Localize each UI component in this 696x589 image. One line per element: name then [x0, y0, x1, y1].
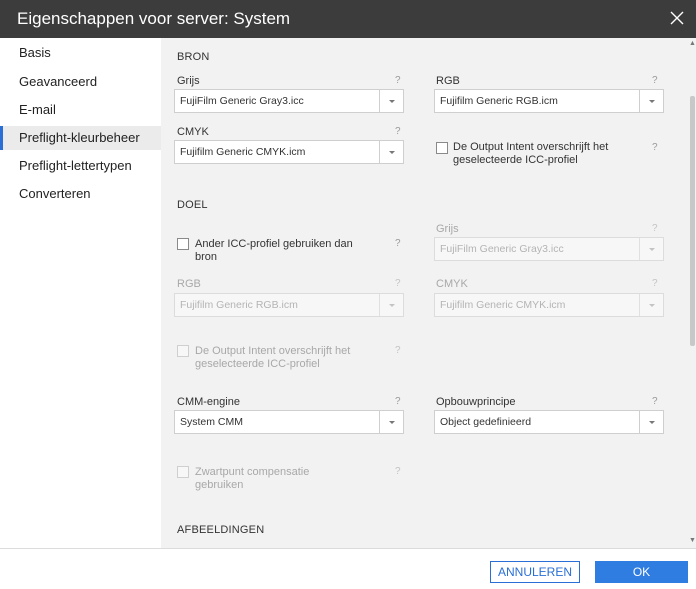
bron-grijs-label: Grijs: [177, 75, 200, 87]
chevron-down-icon[interactable]: [639, 294, 663, 316]
bron-grijs-help-icon[interactable]: ?: [395, 75, 401, 86]
settings-panel[interactable]: BRON Grijs ? FujiFilm Generic Gray3.icc …: [161, 38, 696, 548]
cmm-engine-help-icon[interactable]: ?: [395, 396, 401, 407]
section-heading-afbeeldingen: AFBEELDINGEN: [177, 524, 265, 536]
doel-grijs-label: Grijs: [436, 223, 459, 235]
chevron-down-icon[interactable]: [379, 294, 403, 316]
sidebar-item-converteren[interactable]: Converteren: [0, 182, 161, 206]
zwartpunt-label: Zwartpunt compensatie gebruiken: [195, 466, 310, 491]
bron-rgb-select[interactable]: Fujifilm Generic RGB.icm: [434, 89, 664, 113]
chevron-down-icon[interactable]: [379, 141, 403, 163]
ok-button[interactable]: OK: [595, 561, 688, 583]
bron-grijs-select[interactable]: FujiFilm Generic Gray3.icc: [174, 89, 404, 113]
sidebar: Basis Geavanceerd E-mail Preflight-kleur…: [0, 38, 161, 548]
doel-ander-icc-label: Ander ICC-profiel gebruiken dan bron: [195, 238, 353, 263]
scroll-down-icon[interactable]: ▼: [689, 537, 696, 544]
bron-rgb-value: Fujifilm Generic RGB.icm: [440, 95, 558, 107]
doel-rgb-help-icon[interactable]: ?: [395, 278, 401, 289]
doel-cmyk-label: CMYK: [436, 278, 468, 290]
title-bar: Eigenschappen voor server: System: [0, 0, 696, 38]
doel-grijs-value: FujiFilm Generic Gray3.icc: [440, 243, 564, 255]
cancel-button[interactable]: ANNULEREN: [490, 561, 580, 583]
chevron-down-icon[interactable]: [379, 90, 403, 112]
bron-cmyk-label: CMYK: [177, 126, 209, 138]
bron-rgb-help-icon[interactable]: ?: [652, 75, 658, 86]
zwartpunt-checkbox[interactable]: [177, 466, 189, 478]
doel-ander-icc-checkbox[interactable]: [177, 238, 189, 250]
dialog-footer: ANNULEREN OK: [0, 548, 696, 589]
section-heading-doel: DOEL: [177, 199, 208, 211]
section-heading-bron: BRON: [177, 51, 210, 63]
chevron-down-icon[interactable]: [639, 411, 663, 433]
zwartpunt-help-icon[interactable]: ?: [395, 466, 401, 477]
chevron-down-icon[interactable]: [639, 238, 663, 260]
doel-rgb-value: Fujifilm Generic RGB.icm: [180, 299, 298, 311]
sidebar-item-preflight-lettertypen[interactable]: Preflight-lettertypen: [0, 154, 161, 178]
doel-output-intent-label: De Output Intent overschrijft het gesele…: [195, 345, 351, 370]
doel-cmyk-select[interactable]: Fujifilm Generic CMYK.icm: [434, 293, 664, 317]
sidebar-item-geavanceerd[interactable]: Geavanceerd: [0, 70, 161, 94]
bron-grijs-value: FujiFilm Generic Gray3.icc: [180, 95, 304, 107]
doel-output-intent-checkbox[interactable]: [177, 345, 189, 357]
doel-ander-icc-help-icon[interactable]: ?: [395, 238, 401, 249]
chevron-down-icon[interactable]: [379, 411, 403, 433]
chevron-down-icon[interactable]: [639, 90, 663, 112]
opbouwprincipe-select[interactable]: Object gedefinieerd: [434, 410, 664, 434]
dialog-title: Eigenschappen voor server: System: [17, 9, 291, 28]
doel-output-intent-help-icon[interactable]: ?: [395, 345, 401, 356]
bron-output-intent-label: De Output Intent overschrijft het gesele…: [453, 141, 609, 166]
doel-rgb-select[interactable]: Fujifilm Generic RGB.icm: [174, 293, 404, 317]
scrollbar-thumb[interactable]: [690, 96, 695, 346]
bron-cmyk-value: Fujifilm Generic CMYK.icm: [180, 146, 306, 158]
opbouwprincipe-help-icon[interactable]: ?: [652, 396, 658, 407]
doel-grijs-help-icon[interactable]: ?: [652, 223, 658, 234]
cmm-engine-label: CMM-engine: [177, 396, 240, 408]
doel-cmyk-value: Fujifilm Generic CMYK.icm: [440, 299, 566, 311]
sidebar-item-preflight-kleurbeheer[interactable]: Preflight-kleurbeheer: [0, 126, 161, 150]
doel-cmyk-help-icon[interactable]: ?: [652, 278, 658, 289]
bron-cmyk-select[interactable]: Fujifilm Generic CMYK.icm: [174, 140, 404, 164]
close-icon[interactable]: [668, 9, 686, 27]
opbouwprincipe-value: Object gedefinieerd: [440, 416, 532, 428]
doel-grijs-select[interactable]: FujiFilm Generic Gray3.icc: [434, 237, 664, 261]
bron-output-intent-help-icon[interactable]: ?: [652, 142, 658, 153]
sidebar-item-email[interactable]: E-mail: [0, 98, 161, 122]
bron-cmyk-help-icon[interactable]: ?: [395, 126, 401, 137]
scroll-up-icon[interactable]: ▲: [689, 40, 696, 47]
bron-output-intent-checkbox[interactable]: [436, 142, 448, 154]
cmm-engine-select[interactable]: System CMM: [174, 410, 404, 434]
sidebar-item-basis[interactable]: Basis: [0, 41, 161, 65]
opbouwprincipe-label: Opbouwprincipe: [436, 396, 516, 408]
bron-rgb-label: RGB: [436, 75, 460, 87]
cmm-engine-value: System CMM: [180, 416, 243, 428]
doel-rgb-label: RGB: [177, 278, 201, 290]
scrollbar[interactable]: ▲ ▼: [688, 38, 696, 548]
